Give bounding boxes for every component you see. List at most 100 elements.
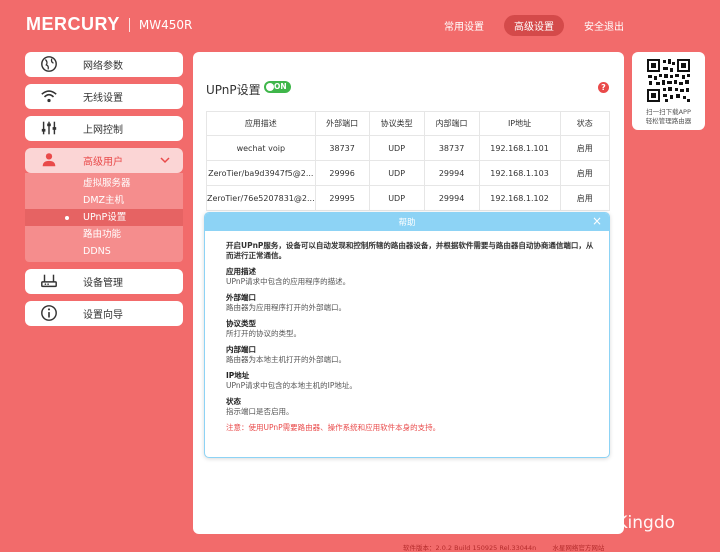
table-cell: 192.168.1.101: [478, 135, 561, 161]
sidebar-item-label: 上网控制: [83, 125, 123, 136]
submenu-dmz-host[interactable]: DMZ主机: [25, 192, 183, 209]
help-panel-title: 帮助: [398, 218, 416, 228]
table-cell: 29994: [423, 160, 480, 186]
sidebar: 网络参数 无线设置 上网控制 高级用户 虚拟服务器 DMZ主机 UPnP设置 路…: [25, 52, 183, 333]
table-cell: ZeroTier/76e5207831@2...: [206, 185, 316, 211]
top-nav: 常用设置 高级设置 安全退出: [434, 15, 634, 36]
help-panel: 帮助 × 开启UPnP服务，设备可以自动发现和控制所辖的路由器设备，并根据软件需…: [204, 212, 610, 458]
brand-logo: MERCURY MW450R: [26, 14, 192, 35]
sidebar-item-device-management[interactable]: 设备管理: [25, 269, 183, 294]
chevron-down-icon: [160, 157, 170, 164]
table-cell: 192.168.1.103: [478, 160, 561, 186]
qr-code-icon: [646, 58, 691, 103]
help-item-desc: 所打开的协议的类型。: [226, 329, 301, 338]
close-icon[interactable]: ×: [590, 214, 604, 228]
table-cell: 启用: [559, 135, 611, 161]
submenu-virtual-server[interactable]: 虚拟服务器: [25, 175, 183, 192]
qr-caption-line: 扫一扫下载APP: [646, 108, 691, 116]
help-intro: 开启UPnP服务，设备可以自动发现和控制所辖的路由器设备，并根据软件需要与路由器…: [226, 241, 594, 260]
help-item: IP地址 UPnP请求中包含的本地主机的IP地址。: [226, 371, 596, 391]
help-item-title: 状态: [226, 397, 241, 406]
help-panel-body: 开启UPnP服务，设备可以自动发现和控制所辖的路由器设备，并根据软件需要与路由器…: [226, 241, 596, 433]
sidebar-item-wireless[interactable]: 无线设置: [25, 84, 183, 109]
model-name: MW450R: [138, 17, 193, 32]
table-cell: UDP: [368, 135, 425, 161]
wifi-icon: [41, 90, 57, 103]
help-item-desc: 路由器为本地主机打开的外部端口。: [226, 355, 346, 364]
watermark: 知乎 @Kingdo: [560, 513, 676, 533]
help-item: 外部端口 路由器为应用程序打开的外部端口。: [226, 293, 596, 313]
table-cell: 启用: [559, 185, 611, 211]
help-item-title: 协议类型: [226, 319, 256, 328]
nav-advanced-settings[interactable]: 高级设置: [504, 15, 564, 36]
table-cell: ZeroTier/ba9d3947f5@2...: [206, 160, 316, 186]
column-header: IP地址: [478, 111, 561, 136]
table-cell: 38737: [314, 135, 370, 161]
column-header: 外部端口: [314, 111, 370, 136]
firmware-version: 软件版本：2.0.2 Build 150925 Rel.33044n: [403, 544, 537, 552]
help-note: 注意：使用UPnP需要路由器、操作系统和应用软件本身的支持。: [226, 423, 441, 432]
table-row: ZeroTier/76e5207831@2... 29995 UDP 29994…: [206, 185, 611, 211]
advanced-user-submenu: 虚拟服务器 DMZ主机 UPnP设置 路由功能 DDNS: [25, 173, 183, 262]
table-cell: 38737: [423, 135, 480, 161]
user-icon: [42, 153, 56, 167]
sidebar-item-label: 高级用户: [83, 157, 123, 168]
sidebar-item-label: 无线设置: [83, 93, 123, 104]
help-panel-header: 帮助 ×: [205, 213, 609, 231]
submenu-upnp-settings[interactable]: UPnP设置: [25, 209, 183, 226]
info-icon: [41, 305, 57, 321]
upnp-table: 应用描述 外部端口 协议类型 内部端口 IP地址 状态 wechat voip …: [206, 111, 611, 211]
sidebar-item-setup-wizard[interactable]: 设置向导: [25, 301, 183, 326]
submenu-routing[interactable]: 路由功能: [25, 226, 183, 243]
table-row: ZeroTier/ba9d3947f5@2... 29996 UDP 29994…: [206, 160, 611, 186]
sidebar-item-label: 网络参数: [83, 61, 123, 72]
upnp-toggle[interactable]: ON: [264, 81, 291, 93]
submenu-ddns[interactable]: DDNS: [25, 243, 183, 260]
help-item: 协议类型 所打开的协议的类型。: [226, 319, 596, 339]
sidebar-item-advanced-user[interactable]: 高级用户: [25, 148, 183, 173]
footer: 软件版本：2.0.2 Build 150925 Rel.33044n 水星网络官…: [403, 542, 604, 552]
column-header: 应用描述: [206, 111, 316, 136]
table-cell: 192.168.1.102: [478, 185, 561, 211]
nav-common-settings[interactable]: 常用设置: [434, 15, 494, 36]
qr-caption: 扫一扫下载APP 轻松管理路由器: [632, 108, 705, 126]
nav-logout[interactable]: 安全退出: [574, 15, 634, 36]
sliders-icon: [41, 121, 57, 135]
official-site-link[interactable]: 水星网络官方网站: [552, 544, 604, 552]
table-cell: 29995: [314, 185, 370, 211]
router-icon: [41, 274, 57, 288]
sidebar-item-internet-control[interactable]: 上网控制: [25, 116, 183, 141]
help-item-title: IP地址: [226, 371, 250, 380]
help-item: 状态 指示端口是否启用。: [226, 397, 596, 417]
help-item-desc: 指示端口是否启用。: [226, 407, 294, 416]
column-header: 状态: [559, 111, 611, 136]
help-item-title: 内部端口: [226, 345, 256, 354]
qr-caption-line: 轻松管理路由器: [645, 117, 692, 125]
column-header: 内部端口: [423, 111, 480, 136]
sidebar-item-label: 设备管理: [83, 278, 123, 289]
logo-divider: [128, 17, 130, 32]
sidebar-item-network[interactable]: 网络参数: [25, 52, 183, 77]
table-cell: 29994: [423, 185, 480, 211]
help-icon[interactable]: ?: [598, 82, 609, 93]
page-title: UPnP设置: [206, 83, 261, 97]
table-header-row: 应用描述 外部端口 协议类型 内部端口 IP地址 状态: [206, 111, 611, 136]
help-item-title: 外部端口: [226, 293, 256, 302]
table-row: wechat voip 38737 UDP 38737 192.168.1.10…: [206, 135, 611, 161]
help-item: 应用描述 UPnP请求中包含的应用程序的描述。: [226, 267, 596, 287]
table-cell: UDP: [368, 160, 425, 186]
help-item-desc: UPnP请求中包含的本地主机的IP地址。: [226, 381, 357, 390]
table-cell: 启用: [559, 160, 611, 186]
sidebar-item-label: 设置向导: [83, 310, 123, 321]
table-cell: 29996: [314, 160, 370, 186]
help-item-title: 应用描述: [226, 267, 256, 276]
globe-icon: [41, 56, 57, 72]
column-header: 协议类型: [368, 111, 425, 136]
brand-name: MERCURY: [26, 14, 120, 34]
table-cell: UDP: [368, 185, 425, 211]
table-cell: wechat voip: [206, 135, 316, 161]
help-item: 内部端口 路由器为本地主机打开的外部端口。: [226, 345, 596, 365]
app-qr-card: 扫一扫下载APP 轻松管理路由器: [632, 52, 705, 130]
help-item-desc: UPnP请求中包含的应用程序的描述。: [226, 277, 351, 286]
help-item-desc: 路由器为应用程序打开的外部端口。: [226, 303, 346, 312]
